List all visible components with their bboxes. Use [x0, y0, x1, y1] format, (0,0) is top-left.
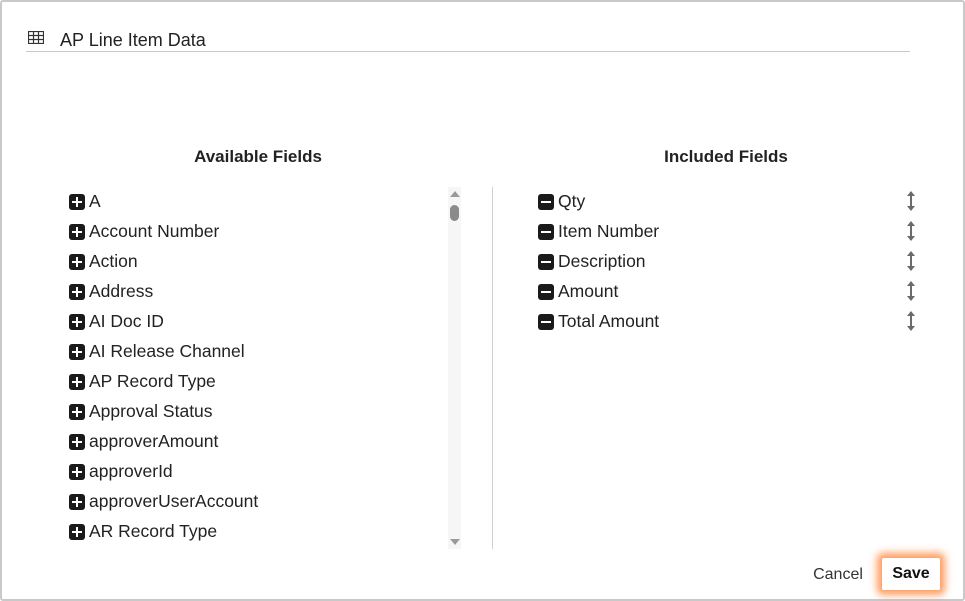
reorder-arrows-icon[interactable]	[905, 191, 917, 211]
field-label: Item Number	[558, 221, 660, 241]
field-label: Total Amount	[558, 311, 660, 331]
available-fields-scrollbar[interactable]	[448, 187, 461, 549]
reorder-arrows-icon[interactable]	[905, 281, 917, 301]
plus-icon[interactable]	[69, 524, 85, 540]
minus-icon[interactable]	[538, 254, 554, 270]
plus-icon[interactable]	[69, 344, 85, 360]
available-field-item[interactable]: AR Record Type	[68, 517, 448, 547]
available-field-item[interactable]: Account Number	[68, 217, 448, 247]
plus-icon[interactable]	[69, 494, 85, 510]
scroll-up-arrow-icon[interactable]	[450, 191, 460, 197]
plus-icon[interactable]	[69, 254, 85, 270]
available-field-item[interactable]: AI Release Channel	[68, 337, 448, 367]
plus-icon[interactable]	[69, 224, 85, 240]
available-field-item[interactable]: approverUserAccount	[68, 487, 448, 517]
plus-icon[interactable]	[69, 404, 85, 420]
available-fields-heading: Available Fields	[194, 147, 322, 166]
field-label: approverId	[89, 461, 173, 481]
plus-icon[interactable]	[69, 434, 85, 450]
field-label: AI Release Channel	[89, 341, 245, 361]
included-fields-heading: Included Fields	[664, 147, 788, 166]
save-button[interactable]: Save	[882, 558, 940, 590]
included-fields-list[interactable]: Qty Item Number Description Amount Total…	[537, 187, 922, 547]
available-field-item[interactable]: approverId	[68, 457, 448, 487]
available-field-item[interactable]: AI Doc ID	[68, 307, 448, 337]
table-grid-icon	[28, 31, 44, 44]
dialog-title: AP Line Item Data	[60, 30, 206, 50]
reorder-arrows-icon[interactable]	[905, 311, 917, 331]
field-label: AP Record Type	[89, 371, 216, 391]
scroll-down-arrow-icon[interactable]	[450, 539, 460, 545]
available-field-item[interactable]: AP Record Type	[68, 367, 448, 397]
dialog-header: AP Line Item Data	[26, 30, 910, 52]
reorder-arrows-icon[interactable]	[905, 251, 917, 271]
plus-icon[interactable]	[69, 374, 85, 390]
included-field-item[interactable]: Amount	[537, 277, 922, 307]
field-label: Description	[558, 251, 646, 271]
field-label: Action	[89, 251, 138, 271]
minus-icon[interactable]	[538, 224, 554, 240]
included-field-item[interactable]: Qty	[537, 187, 922, 217]
included-field-item[interactable]: Item Number	[537, 217, 922, 247]
minus-icon[interactable]	[538, 194, 554, 210]
available-field-item[interactable]: A	[68, 187, 448, 217]
plus-icon[interactable]	[69, 464, 85, 480]
field-label: Account Number	[89, 221, 220, 241]
plus-icon[interactable]	[69, 284, 85, 300]
available-field-item[interactable]: Approval Status	[68, 397, 448, 427]
included-field-item[interactable]: Total Amount	[537, 307, 922, 337]
field-label: AI Doc ID	[89, 311, 164, 331]
available-field-item[interactable]: Action	[68, 247, 448, 277]
field-label: Address	[89, 281, 154, 301]
reorder-arrows-icon[interactable]	[905, 221, 917, 241]
field-label: AR Record Type	[89, 521, 218, 541]
minus-icon[interactable]	[538, 314, 554, 330]
plus-icon[interactable]	[69, 194, 85, 210]
field-label: A	[89, 191, 101, 211]
field-selector-dialog: AP Line Item Data Available Fields Inclu…	[0, 0, 965, 601]
available-field-item[interactable]: approverAmount	[68, 427, 448, 457]
field-label: Qty	[558, 191, 586, 211]
scrollbar-thumb[interactable]	[450, 205, 459, 221]
field-label: approverAmount	[89, 431, 219, 451]
cancel-button[interactable]: Cancel	[802, 560, 874, 590]
field-label: Approval Status	[89, 401, 213, 421]
column-divider	[492, 187, 493, 549]
available-fields-list[interactable]: A Account Number Action Address AI Doc I…	[68, 187, 448, 547]
field-label: Amount	[558, 281, 619, 301]
minus-icon[interactable]	[538, 284, 554, 300]
plus-icon[interactable]	[69, 314, 85, 330]
included-field-item[interactable]: Description	[537, 247, 922, 277]
field-label: approverUserAccount	[89, 491, 259, 511]
available-field-item[interactable]: Address	[68, 277, 448, 307]
